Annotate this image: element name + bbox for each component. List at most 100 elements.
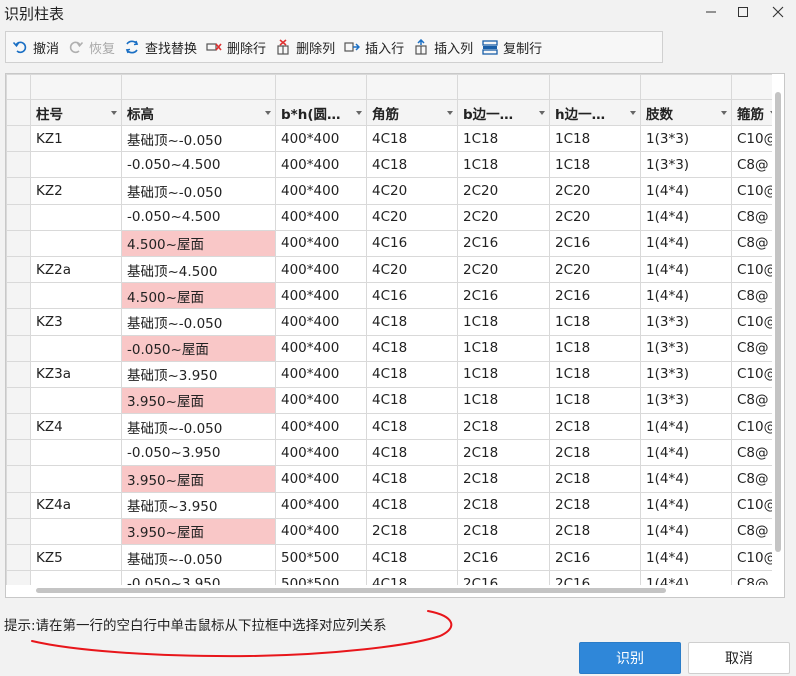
table-cell[interactable]: 1(4*4) [640, 203, 732, 231]
table-cell[interactable]: 1(3*3) [640, 334, 732, 362]
column-header-4[interactable]: 角筋 [366, 99, 458, 126]
table-cell[interactable]: KZ3 [30, 308, 122, 336]
table-cell[interactable]: 4C16 [366, 282, 458, 310]
table-cell[interactable] [30, 465, 122, 493]
table-cell[interactable]: 2C18 [549, 413, 641, 441]
table-cell[interactable]: 4C18 [366, 308, 458, 336]
table-cell[interactable]: 1(3*3) [640, 308, 732, 336]
table-cell[interactable]: 1C18 [457, 334, 550, 362]
dropdown-arrow-icon[interactable] [721, 110, 727, 115]
table-cell[interactable]: 1(4*4) [640, 517, 732, 546]
table-cell[interactable]: 1(4*4) [640, 177, 732, 205]
table-row[interactable]: 3.950~屋面 400*400 2C18 2C18 2C18 1(4*4) C8@ [6, 517, 781, 546]
table-row[interactable]: KZ4a 基础顶~3.950 400*400 4C18 2C18 2C18 1(4*4) C1… [6, 491, 781, 519]
table-cell[interactable]: 1(4*4) [640, 491, 732, 519]
row-header-cell[interactable] [6, 177, 31, 205]
table-cell[interactable]: -0.050~4.500 [121, 151, 276, 179]
row-header-cell[interactable] [6, 543, 31, 572]
table-cell[interactable]: 1C18 [549, 334, 641, 362]
table-cell[interactable]: 2C16 [457, 543, 550, 572]
copy-row-button[interactable]: 复制行 [482, 34, 542, 60]
table-row[interactable]: -0.050~4.500 400*400 4C18 1C18 1C18 1(3*3) C8@ [6, 151, 781, 179]
table-cell[interactable]: 基础顶~4.500 [121, 255, 276, 284]
table-cell[interactable]: 500*500 [275, 543, 367, 572]
table-cell[interactable]: 4C18 [366, 439, 458, 467]
table-cell[interactable]: 1(4*4) [640, 465, 732, 493]
table-row[interactable]: 4.500~屋面 400*400 4C16 2C16 2C16 1(4*4) C8@ [6, 282, 781, 310]
table-cell[interactable]: 400*400 [275, 151, 367, 179]
column-header-1[interactable]: 柱号 [30, 99, 122, 126]
dropdown-arrow-icon[interactable] [630, 110, 636, 115]
insert-column-button[interactable]: 插入列 [413, 34, 473, 60]
maximize-button[interactable] [725, 0, 761, 24]
table-cell[interactable]: 400*400 [275, 439, 367, 467]
table-cell[interactable]: 2C20 [457, 177, 550, 205]
table-cell[interactable]: 400*400 [275, 255, 367, 284]
table-row[interactable]: 3.950~屋面 400*400 4C18 1C18 1C18 1(3*3) C8@ [6, 386, 781, 415]
table-row[interactable]: KZ1 基础顶~-0.050 400*400 4C18 1C18 1C18 1(3*3) C1… [6, 124, 781, 153]
table-cell[interactable]: 1C18 [549, 308, 641, 336]
redo-button[interactable]: 恢复 [68, 34, 115, 60]
table-cell[interactable]: 4C16 [366, 229, 458, 257]
row-header-cell[interactable] [6, 334, 31, 362]
delete-row-button[interactable]: 删除行 [206, 34, 266, 60]
table-cell[interactable] [30, 439, 122, 467]
table-cell[interactable]: 1(4*4) [640, 413, 732, 441]
table-cell[interactable]: 2C18 [366, 517, 458, 546]
delete-column-button[interactable]: 删除列 [275, 34, 335, 60]
table-cell[interactable]: 2C18 [457, 491, 550, 519]
table-cell[interactable]: 4C18 [366, 360, 458, 388]
table-cell[interactable]: 基础顶~-0.050 [121, 177, 276, 205]
close-button[interactable] [760, 0, 796, 24]
column-header-3[interactable]: b*h(圆… [275, 99, 367, 126]
table-cell[interactable]: 400*400 [275, 413, 367, 441]
table-cell[interactable] [30, 229, 122, 257]
table-row[interactable]: 4.500~屋面 400*400 4C16 2C16 2C16 1(4*4) C8@ [6, 229, 781, 257]
table-cell[interactable]: 2C18 [457, 465, 550, 493]
table-cell[interactable]: 1C18 [549, 124, 641, 153]
table-cell[interactable]: 2C18 [457, 413, 550, 441]
table-cell[interactable]: 2C16 [549, 229, 641, 257]
table-cell[interactable]: 4C18 [366, 543, 458, 572]
row-header-cell[interactable] [6, 413, 31, 441]
table-cell[interactable]: 1(3*3) [640, 360, 732, 388]
table-cell[interactable] [30, 282, 122, 310]
table-row[interactable]: -0.050~屋面 400*400 4C18 1C18 1C18 1(3*3) C8@ [6, 334, 781, 362]
table-cell[interactable]: 4C20 [366, 203, 458, 231]
dropdown-arrow-icon[interactable] [356, 110, 362, 115]
horizontal-scrollbar[interactable] [6, 585, 772, 597]
table-cell[interactable]: 400*400 [275, 491, 367, 519]
table-cell[interactable]: KZ4 [30, 413, 122, 441]
table-row[interactable]: KZ3 基础顶~-0.050 400*400 4C18 1C18 1C18 1(3*3) C1… [6, 308, 781, 336]
minimize-button[interactable] [693, 0, 729, 24]
table-cell[interactable]: 2C18 [549, 465, 641, 493]
table-cell[interactable]: KZ5 [30, 543, 122, 572]
table-cell[interactable]: 3.950~屋面 [121, 465, 276, 493]
row-header-cell[interactable] [6, 203, 31, 231]
table-cell[interactable]: 4C18 [366, 465, 458, 493]
table-cell[interactable]: KZ2 [30, 177, 122, 205]
table-cell[interactable]: 1C18 [549, 360, 641, 388]
table-cell[interactable]: 400*400 [275, 360, 367, 388]
table-cell[interactable]: 1(4*4) [640, 255, 732, 284]
table-cell[interactable]: 2C18 [549, 517, 641, 546]
table-cell[interactable]: 4C18 [366, 124, 458, 153]
table-cell[interactable]: KZ1 [30, 124, 122, 153]
table-row[interactable]: KZ3a 基础顶~3.950 400*400 4C18 1C18 1C18 1(3*3) C1… [6, 360, 781, 388]
table-cell[interactable]: -0.050~4.500 [121, 203, 276, 231]
row-header-cell[interactable] [6, 360, 31, 388]
row-header-cell[interactable] [6, 439, 31, 467]
row-header-cell[interactable] [6, 308, 31, 336]
table-cell[interactable]: 400*400 [275, 308, 367, 336]
table-row[interactable]: -0.050~4.500 400*400 4C20 2C20 2C20 1(4*4) C8@ [6, 203, 781, 231]
row-header-cell[interactable] [6, 151, 31, 179]
row-header-cell[interactable] [6, 282, 31, 310]
horizontal-scroll-thumb[interactable] [36, 588, 666, 593]
table-cell[interactable]: 1(4*4) [640, 543, 732, 572]
table-cell[interactable]: 3.950~屋面 [121, 386, 276, 415]
table-cell[interactable]: 400*400 [275, 465, 367, 493]
table-cell[interactable]: 1(4*4) [640, 439, 732, 467]
dropdown-arrow-icon[interactable] [265, 110, 271, 115]
row-header-cell[interactable] [6, 386, 31, 415]
table-cell[interactable]: 2C18 [457, 517, 550, 546]
